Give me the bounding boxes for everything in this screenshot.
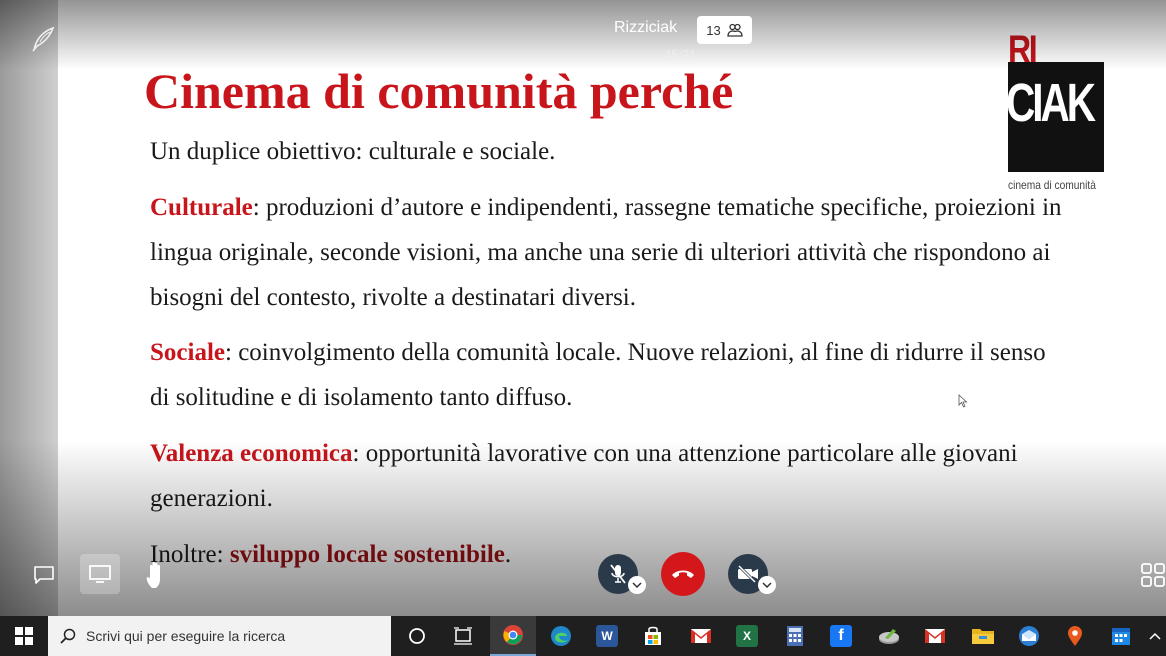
chevron-down-icon (762, 582, 772, 588)
phone-hangup-icon (672, 570, 694, 578)
facebook-icon: f (830, 625, 852, 647)
grid-view-button[interactable] (1140, 562, 1166, 588)
search-placeholder: Scrivi qui per eseguire la ricerca (86, 628, 286, 644)
cortana-icon (409, 628, 425, 644)
hang-up-button[interactable] (661, 552, 705, 596)
monitor-icon (89, 565, 111, 583)
culturale-text: : produzioni d’autore e indipendenti, ra… (150, 194, 1062, 311)
feather-logo-icon (32, 26, 55, 52)
taskbar-maps[interactable] (1052, 616, 1098, 656)
word-icon: W (596, 625, 618, 647)
meeting-timer: 45:21 (664, 47, 697, 62)
chat-icon (34, 566, 54, 584)
gmail-icon-2 (925, 629, 945, 643)
taskbar-store[interactable] (630, 616, 676, 656)
show-hidden-icons-button[interactable] (1144, 616, 1166, 656)
taskbar-outlook[interactable] (1006, 616, 1052, 656)
culturale-label: Culturale (150, 194, 253, 221)
taskbar-disk-cleanup[interactable] (866, 616, 912, 656)
participants-button[interactable]: 13 (697, 16, 752, 44)
hand-icon (146, 561, 160, 588)
raise-hand-button[interactable] (140, 558, 174, 592)
camera-off-icon (737, 564, 758, 584)
chrome-icon (503, 625, 523, 645)
taskbar-facebook[interactable]: f (818, 616, 864, 656)
riciak-logo: RI CIAK cinema di comunità (1006, 28, 1106, 194)
slide-intro: Un duplice obiettivo: culturale e social… (150, 138, 556, 165)
edge-icon (551, 626, 571, 646)
taskbar-gmail[interactable] (678, 616, 724, 656)
inoltre-end: . (504, 541, 512, 568)
camera-options-button[interactable] (758, 576, 776, 594)
sociale-label: Sociale (150, 339, 225, 366)
outlook-icon (1019, 626, 1039, 646)
screen-share-button[interactable] (80, 554, 120, 594)
logo-line2: CIAK (1006, 73, 1096, 133)
task-view-icon (454, 627, 472, 645)
taskbar-chrome[interactable] (490, 616, 536, 656)
windows-taskbar: Scrivi qui per eseguire la ricerca W X f (0, 616, 1166, 656)
meeting-stage: Cinema di comunità perché Un duplice obi… (0, 0, 1166, 616)
calculator-icon (787, 626, 803, 646)
logo-subtitle: cinema di comunità (1008, 178, 1096, 192)
taskbar-calculator[interactable] (772, 616, 818, 656)
valenza-label: Valenza economica (150, 440, 353, 467)
microphone-off-icon (610, 564, 626, 584)
chat-button[interactable] (28, 560, 60, 590)
taskbar-word[interactable]: W (584, 616, 630, 656)
start-button[interactable] (0, 616, 48, 656)
calendar-icon (1112, 628, 1130, 645)
grid-icon (1141, 563, 1165, 587)
taskbar-excel[interactable]: X (724, 616, 770, 656)
slide-paragraph-valenza: Valenza economica: opportunità lavorativ… (150, 431, 1070, 521)
mouse-cursor-icon (958, 394, 968, 408)
left-panel-strip (0, 0, 58, 616)
taskbar-search-box[interactable]: Scrivi qui per eseguire la ricerca (48, 616, 391, 656)
slide-paragraph-culturale: Culturale: produzioni d’autore e indipen… (150, 185, 1070, 320)
slide-paragraph-sociale: Sociale: coinvolgimento della comunità l… (150, 330, 1070, 420)
taskbar-gmail-2[interactable] (912, 616, 958, 656)
chevron-up-icon (1149, 632, 1161, 640)
participants-icon (727, 23, 743, 37)
meeting-name: Rizziciak (614, 19, 678, 36)
excel-icon: X (736, 625, 758, 647)
taskbar-cortana[interactable] (394, 616, 440, 656)
microphone-options-button[interactable] (628, 576, 646, 594)
windows-logo-icon (15, 627, 33, 645)
file-explorer-icon (972, 629, 994, 644)
disk-cleanup-icon (879, 629, 899, 644)
taskbar-task-view[interactable] (440, 616, 486, 656)
taskbar-file-explorer[interactable] (960, 616, 1006, 656)
gmail-icon (691, 629, 711, 643)
taskbar-edge[interactable] (538, 616, 584, 656)
shared-slide: Cinema di comunità perché Un duplice obi… (58, 0, 1166, 616)
maps-icon (1068, 626, 1082, 646)
participants-count: 13 (706, 22, 721, 38)
inoltre-highlight: sviluppo locale sostenibile (229, 541, 505, 568)
slide-title: Cinema di comunità perché (144, 63, 734, 119)
taskbar-calendar[interactable] (1098, 616, 1144, 656)
sociale-text: : coinvolgimento della comunità locale. … (150, 339, 1046, 411)
store-icon (645, 626, 661, 645)
search-icon (60, 628, 76, 644)
chevron-down-icon (632, 582, 642, 588)
